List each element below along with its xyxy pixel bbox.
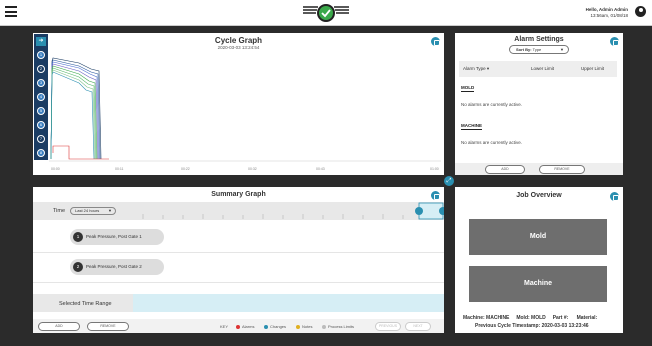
row-divider xyxy=(33,252,444,253)
dot-icon xyxy=(296,324,300,329)
column-alarm-type[interactable]: Alarm Type ▾ xyxy=(463,61,489,77)
dot-icon xyxy=(322,324,326,329)
chevron-down-icon: ▼ xyxy=(560,47,564,52)
alarm-settings-icon[interactable] xyxy=(610,37,619,46)
row-number-badge: 2 xyxy=(73,262,83,272)
sort-select[interactable]: Sort By: Type ▼ xyxy=(509,45,569,54)
selected-range-highlight xyxy=(133,294,444,312)
dot-icon xyxy=(264,324,268,329)
row-label: Peak Pressure, Post Gate 2 xyxy=(86,264,142,269)
dot-icon xyxy=(236,324,240,329)
datetime-text: 13:56am, 01/08/18 xyxy=(590,12,628,18)
alarm-table-header: Alarm Type ▾ Lower Limit Upper Limit xyxy=(459,61,617,77)
arrow-right-icon[interactable]: ➜ xyxy=(36,37,46,46)
mold-section-heading: MOLD xyxy=(461,85,475,92)
column-lower-limit: Lower Limit xyxy=(531,66,555,71)
legend-changes: Changes xyxy=(264,324,286,329)
x-tick: 00:22 xyxy=(181,167,190,171)
legend-label: Changes xyxy=(270,324,287,329)
mold-button[interactable]: Mold xyxy=(469,219,607,255)
x-tick: 00:00 xyxy=(51,167,60,171)
time-range-select[interactable]: Last 24 hours ▼ xyxy=(70,207,116,215)
summary-row-1[interactable]: 1 Peak Pressure, Post Gate 1 xyxy=(70,229,164,245)
row-number-badge: 1 xyxy=(73,232,83,242)
gate-selector-bar: ➜ 1 2 3 4 5 6 7 8 xyxy=(34,34,48,160)
gate-button[interactable]: 5 xyxy=(37,107,45,115)
summary-graph-title: Summary Graph xyxy=(211,191,266,198)
machine-button[interactable]: Machine xyxy=(469,266,607,302)
job-overview-title: Job Overview xyxy=(516,192,562,199)
job-overview-panel: Job Overview Machine: MACHINE Mold: MOLD… xyxy=(455,187,623,333)
machine-section-heading: MACHINE xyxy=(461,123,482,130)
time-label: Time xyxy=(53,208,66,214)
job-overview-settings-icon[interactable] xyxy=(610,192,619,201)
cycle-graph-panel: Cycle Graph 2020-03-03 13:24:54 00:00 00… xyxy=(33,33,444,175)
timeline-ruler xyxy=(142,202,444,220)
summary-graph-panel: Summary Graph Time Last 24 hours ▼ 1 Pea… xyxy=(33,187,444,333)
gate-button[interactable]: 1 xyxy=(37,51,45,59)
chevron-down-icon: ▼ xyxy=(108,208,112,213)
user-greeting: Hello, Admin Admin 13:56am, 01/08/18 xyxy=(586,7,628,18)
remove-summary-button[interactable]: REMOVE xyxy=(87,322,129,331)
gate-button[interactable]: 4 xyxy=(37,93,45,101)
next-button[interactable]: NEXT xyxy=(405,322,431,331)
add-alarm-button[interactable]: ADD xyxy=(485,165,525,174)
menu-icon[interactable] xyxy=(5,6,17,17)
legend-label: Process Limits xyxy=(328,324,355,329)
legend-label: Alarms xyxy=(242,324,255,329)
x-tick: 01:00 xyxy=(430,167,439,171)
legend-key-label: KEY xyxy=(220,324,229,329)
gate-button[interactable]: 7 xyxy=(37,135,45,143)
x-tick: 00:32 xyxy=(248,167,257,171)
add-summary-button[interactable]: ADD xyxy=(38,322,80,331)
selected-time-range-label: Selected Time Range xyxy=(59,301,112,307)
sort-value: Type xyxy=(532,47,542,52)
expand-icon[interactable]: ⤢ xyxy=(444,176,454,186)
remove-alarm-button[interactable]: REMOVE xyxy=(539,165,585,174)
cycle-graph-plot xyxy=(49,57,441,162)
row-label: Peak Pressure, Post Gate 1 xyxy=(86,234,142,239)
previous-button[interactable]: PREVIOUS xyxy=(375,322,401,331)
machine-alarm-message: No alarms are currently active. xyxy=(461,140,523,145)
legend-notes: Notes xyxy=(296,324,312,329)
gate-button[interactable]: 2 xyxy=(37,65,45,73)
row-divider xyxy=(33,282,444,283)
sort-label: Sort By: xyxy=(516,47,532,52)
mold-alarm-message: No alarms are currently active. xyxy=(461,102,523,107)
time-range-value: Last 24 hours xyxy=(75,208,100,213)
summary-row-2[interactable]: 2 Peak Pressure, Post Gate 2 xyxy=(70,259,164,275)
alarm-settings-title: Alarm Settings xyxy=(514,36,564,43)
summary-graph-settings-icon[interactable] xyxy=(431,191,440,200)
job-info-line-1: Machine: MACHINE Mold: MOLD Part #: Mate… xyxy=(463,315,598,321)
top-bar: Hello, Admin Admin 13:56am, 01/08/18 xyxy=(0,0,652,26)
gate-button[interactable]: 6 xyxy=(37,121,45,129)
x-tick: 00:11 xyxy=(115,167,124,171)
gate-button[interactable]: 8 xyxy=(37,149,45,157)
column-upper-limit: Upper Limit xyxy=(581,66,605,71)
legend-alarms: Alarms xyxy=(236,324,254,329)
alarm-settings-panel: Alarm Settings Sort By: Type ▼ Alarm Typ… xyxy=(455,33,623,175)
logo-icon xyxy=(303,4,349,22)
gate-button[interactable]: 3 xyxy=(37,79,45,87)
user-icon[interactable] xyxy=(635,6,646,17)
job-info-line-2: Previous Cycle Timestamp: 2020-03-03 13:… xyxy=(475,323,589,329)
legend-process-limits: Process Limits xyxy=(322,324,354,329)
x-tick: 00:43 xyxy=(316,167,325,171)
legend-label: Notes xyxy=(302,324,313,329)
